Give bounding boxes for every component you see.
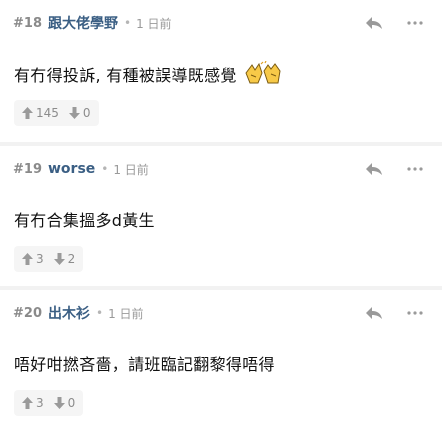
arrow-up-icon (22, 107, 33, 119)
more-options-icon[interactable] (406, 16, 424, 30)
more-options-icon[interactable] (406, 306, 424, 320)
comment-number: #18 (13, 15, 42, 31)
vote-bar: 3 0 (14, 390, 84, 416)
username-link[interactable]: worse (48, 161, 95, 177)
comment-header: #19 worse • 1 日前 (13, 159, 149, 179)
username-link[interactable]: 跟大佬學野 (48, 13, 118, 33)
comment-header: #20 出木衫 • 1 日前 (13, 303, 144, 323)
upvote-button[interactable]: 145 (22, 106, 59, 120)
upvote-button[interactable]: 3 (22, 396, 44, 410)
comment-18: #18 跟大佬學野 • 1 日前 有冇得投訴, 有種被誤導既感覺 145 0 (0, 0, 442, 142)
comment-number: #20 (13, 305, 42, 321)
vote-bar: 3 2 (14, 246, 84, 272)
vote-bar: 145 0 (14, 100, 99, 126)
comment-text: 有冇合集搵多d黃生 (14, 211, 155, 230)
comment-text: 唔好咁撚吝嗇，請班臨記翻黎得唔得 (14, 355, 275, 374)
separator-dot: • (101, 162, 109, 176)
comment-19: #19 worse • 1 日前 有冇合集搵多d黃生 3 2 (0, 146, 442, 286)
downvote-button[interactable]: 0 (53, 396, 76, 410)
comment-content: 有冇得投訴, 有種被誤導既感覺 (14, 61, 284, 87)
upvote-count: 3 (36, 252, 44, 266)
username-link[interactable]: 出木衫 (48, 303, 90, 323)
upvote-button[interactable]: 3 (22, 252, 44, 266)
comment-content: 有冇合集搵多d黃生 (14, 207, 155, 231)
comment-20: #20 出木衫 • 1 日前 唔好咁撚吝嗇，請班臨記翻黎得唔得 3 0 (0, 290, 442, 433)
reply-icon[interactable] (364, 305, 384, 321)
arrow-up-icon (22, 397, 33, 409)
downvote-button[interactable]: 0 (68, 106, 91, 120)
separator-dot: • (123, 16, 132, 30)
upvote-count: 3 (36, 396, 44, 410)
reply-icon[interactable] (364, 15, 384, 31)
reply-icon[interactable] (364, 161, 384, 177)
comment-header: #18 跟大佬學野 • 1 日前 (13, 13, 172, 33)
downvote-count: 0 (67, 396, 76, 410)
comment-time: 1 日前 (113, 162, 149, 177)
arrow-down-icon (68, 107, 80, 119)
more-options-icon[interactable] (406, 162, 424, 176)
comment-number: #19 (13, 161, 42, 177)
comment-time: 1 日前 (108, 306, 144, 321)
arrow-down-icon (53, 397, 65, 409)
downvote-button[interactable]: 2 (53, 252, 76, 266)
downvote-count: 2 (67, 252, 76, 266)
comment-text: 有冇得投訴, 有種被誤導既感覺 (14, 66, 237, 85)
downvote-count: 0 (82, 106, 91, 120)
separator-dot: • (95, 306, 104, 320)
comment-content: 唔好咁撚吝嗇，請班臨記翻黎得唔得 (14, 351, 275, 375)
arrow-up-icon (22, 253, 33, 265)
comment-time: 1 日前 (136, 16, 172, 31)
upvote-count: 145 (36, 106, 59, 120)
clapping-hands-icon (245, 61, 281, 84)
arrow-down-icon (53, 253, 65, 265)
